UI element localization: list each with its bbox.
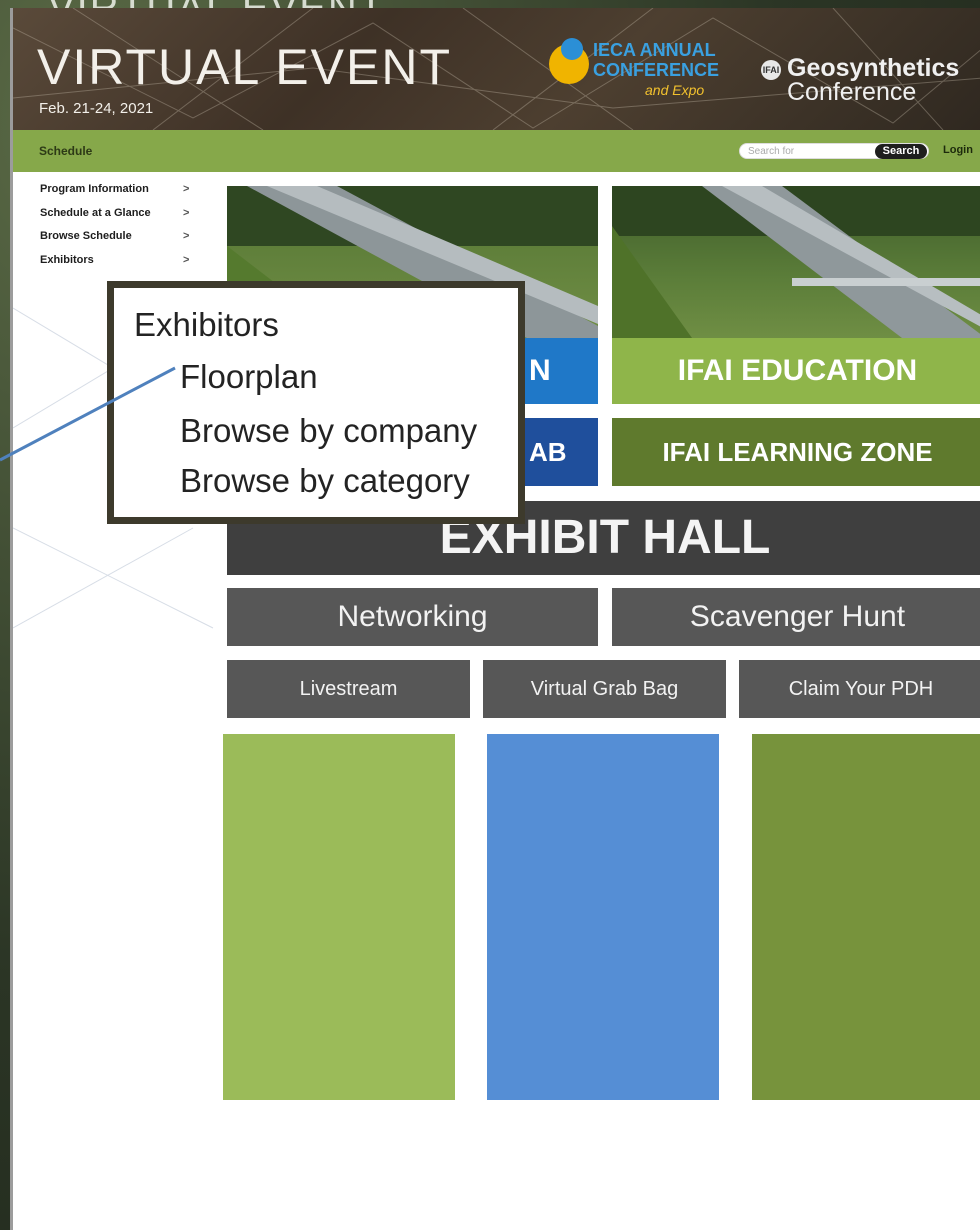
ieca-logo-line1: IECA ANNUAL — [593, 40, 716, 60]
exhibitors-callout: Exhibitors Floorplan Browse by company B… — [107, 281, 525, 524]
callout-item-floorplan: Floorplan — [180, 358, 318, 395]
livestream-label: Livestream — [299, 678, 398, 700]
ieca-logo[interactable]: IECA ANNUAL CONFERENCE and Expo — [549, 38, 744, 122]
geosynthetics-logo[interactable]: IFAI Geosynthetics Conference — [761, 54, 980, 114]
scavenger-hunt-button[interactable]: Scavenger Hunt — [612, 588, 980, 646]
highway-photo-right — [612, 186, 980, 338]
callout-item-browse-category: Browse by category — [180, 462, 470, 499]
search-button[interactable]: Search — [875, 144, 927, 159]
callout-item-browse-company: Browse by company — [180, 412, 478, 449]
highway-illustration-right — [612, 186, 980, 338]
virtual-grab-bag-button[interactable]: Virtual Grab Bag — [483, 660, 726, 718]
ieca-drop-icon — [561, 38, 583, 60]
tile-ifai-learning-zone[interactable]: IFAI LEARNING ZONE — [612, 418, 980, 486]
networking-label: Networking — [337, 600, 488, 633]
claim-pdh-label: Claim Your PDH — [788, 678, 934, 700]
tile-ifai-learning-zone-label: IFAI LEARNING ZONE — [662, 437, 933, 467]
virtual-grab-bag-label: Virtual Grab Bag — [530, 678, 679, 700]
claim-pdh-button[interactable]: Claim Your PDH — [739, 660, 980, 718]
scavenger-hunt-label: Scavenger Hunt — [689, 600, 906, 633]
ieca-logo-line2: CONFERENCE — [593, 60, 720, 80]
color-block-blue[interactable] — [487, 734, 719, 1100]
login-link[interactable]: Login — [943, 144, 973, 156]
tile-left-top-label: N — [529, 354, 551, 387]
website-screenshot: VIRTUAL EVENT Feb. 21-24, 2021 IECA ANNU… — [10, 8, 980, 1230]
tile-left-mid-label: AB — [529, 437, 567, 467]
ieca-logo-line3: and Expo — [645, 82, 705, 98]
tile-ifai-education-label: IFAI EDUCATION — [677, 354, 918, 387]
geo-logo-line2: Conference — [787, 78, 917, 106]
color-block-dark-green[interactable] — [752, 734, 980, 1100]
callout-title: Exhibitors — [134, 306, 279, 343]
buttons-bottom-divider — [223, 718, 980, 734]
color-block-green[interactable] — [223, 734, 455, 1100]
networking-button[interactable]: Networking — [227, 588, 598, 646]
tile-ifai-education[interactable]: IFAI EDUCATION — [612, 338, 980, 404]
slide: VIRTUAL EVENT VIRTUAL EVENT Feb. 21-24, … — [0, 0, 980, 1230]
ifai-badge-icon: IFAI — [761, 60, 781, 80]
livestream-button[interactable]: Livestream — [227, 660, 470, 718]
left-network-pattern — [13, 307, 214, 629]
